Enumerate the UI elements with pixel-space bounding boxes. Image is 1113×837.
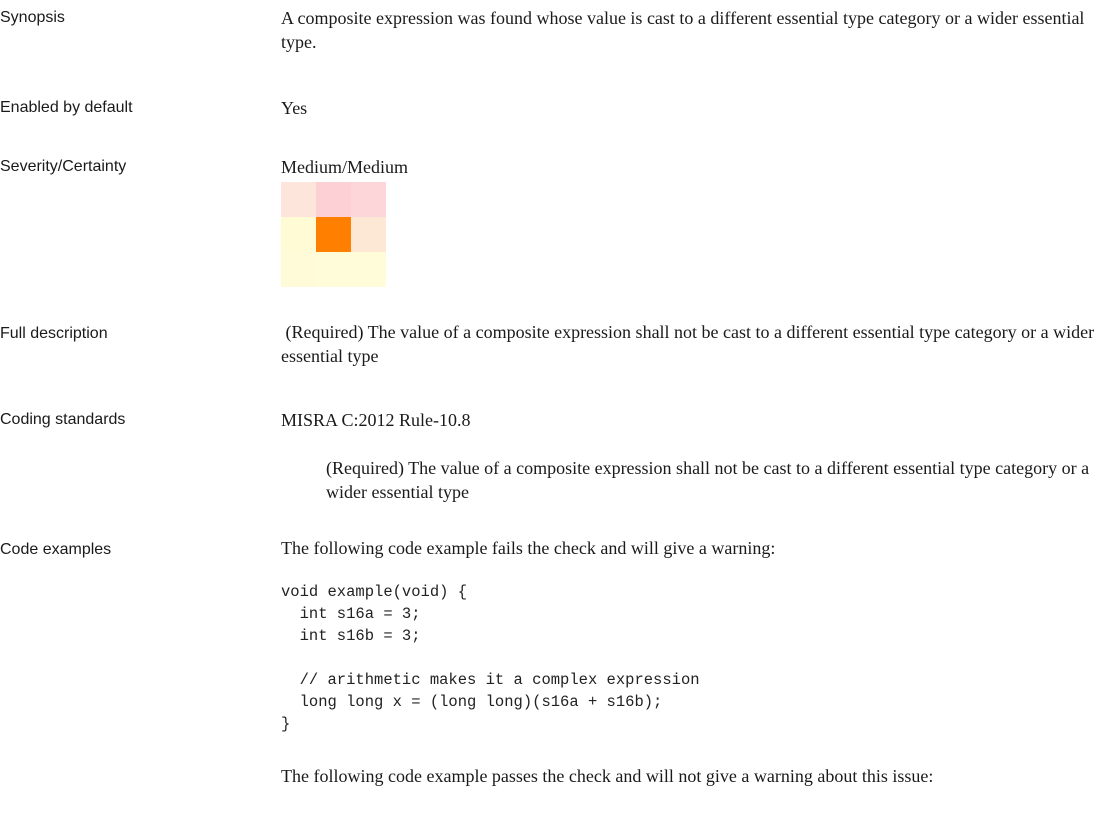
full-description-text: (Required) The value of a composite expr… bbox=[281, 322, 1099, 366]
synopsis-label: Synopsis bbox=[0, 9, 65, 26]
matrix-cell bbox=[281, 182, 316, 217]
matrix-cell bbox=[351, 182, 386, 217]
severity-label: Severity/Certainty bbox=[0, 158, 127, 175]
matrix-cell bbox=[316, 182, 351, 217]
severity-certainty-matrix bbox=[281, 182, 386, 287]
coding-standard-detail: (Required) The value of a composite expr… bbox=[326, 458, 1090, 502]
coding-standard-name: MISRA C:2012 Rule-10.8 bbox=[281, 410, 471, 430]
enabled-value: Yes bbox=[281, 98, 308, 118]
matrix-cell bbox=[281, 252, 316, 287]
matrix-cell bbox=[351, 252, 386, 287]
matrix-cell bbox=[316, 252, 351, 287]
severity-value: Medium/Medium bbox=[281, 157, 408, 177]
matrix-cell bbox=[281, 217, 316, 252]
coding-standards-label: Coding standards bbox=[0, 411, 126, 428]
failing-code-block: void example(void) { int s16a = 3; int s… bbox=[281, 583, 700, 733]
matrix-cell bbox=[316, 217, 351, 252]
enabled-label: Enabled by default bbox=[0, 99, 133, 116]
code-examples-label: Code examples bbox=[0, 541, 112, 558]
failing-example-intro: The following code example fails the che… bbox=[281, 538, 776, 558]
passing-example-intro: The following code example passes the ch… bbox=[281, 766, 934, 786]
synopsis-text: A composite expression was found whose v… bbox=[281, 8, 1085, 52]
matrix-cell bbox=[351, 217, 386, 252]
full-description-label: Full description bbox=[0, 325, 108, 342]
